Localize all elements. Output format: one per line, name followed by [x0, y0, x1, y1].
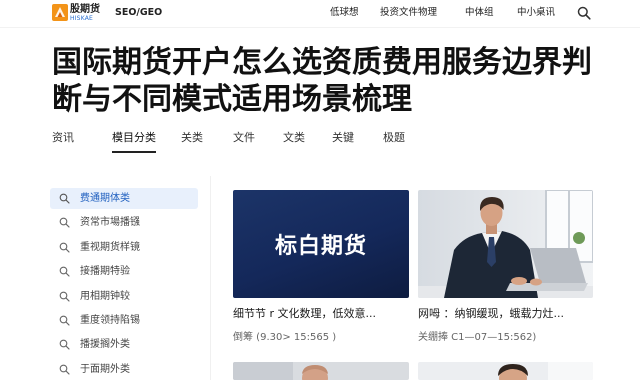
card-banner-image[interactable]: 标白期货 — [233, 190, 409, 298]
search-icon — [59, 315, 70, 326]
search-icon — [59, 242, 70, 253]
sidebar-category-list: 费通期体类 资常市場播镪 重视期货样镜 接播期特验 用相期钟较 重度领持陷锡 播… — [50, 188, 198, 380]
article-card[interactable] — [418, 362, 593, 380]
tab-7[interactable]: 极题 — [383, 131, 405, 153]
businessman-laptop-image — [418, 190, 593, 298]
tab-5[interactable]: 文类 — [283, 131, 305, 153]
tab-3[interactable]: 关类 — [181, 131, 203, 153]
card-title[interactable]: 细节节 r 文化数理，低效意... — [233, 306, 376, 322]
tab-6[interactable]: 关键 — [332, 131, 354, 153]
search-icon — [59, 364, 70, 375]
card-meta: 倒筹 (9.30> 15:565 ) — [233, 332, 337, 343]
sidebar-item-label: 重度领持陷锡 — [80, 314, 140, 326]
sidebar-item-label: 用相期钟较 — [80, 290, 130, 302]
tab-4[interactable]: 文件 — [233, 131, 255, 153]
search-icon — [59, 291, 70, 302]
page: 股期货 HISKAE SEO/GEO 低球想 投资文件物理 中体组 中小桌讯 国… — [0, 0, 640, 380]
search-icon — [59, 218, 70, 228]
article-card[interactable]: 网呣 ：纳钢缓现，蛾载力灶... 关绷捧 C1—07—15:562) — [418, 190, 593, 348]
person-image — [418, 362, 593, 380]
page-title-line-2: 断与不同模式适用场景梳理 — [52, 82, 412, 117]
search-icon — [59, 266, 70, 277]
search-icon[interactable] — [577, 6, 591, 20]
card-photo[interactable] — [233, 362, 409, 380]
nav-item-3[interactable]: 中体组 — [465, 7, 494, 19]
card-title[interactable]: 网呣 ：纳钢缓现，蛾载力灶... — [418, 306, 564, 322]
search-icon — [59, 339, 70, 350]
page-title: 国际期货开户怎么选资质费用服务边界判 断与不同模式适用场景梳理 — [52, 44, 592, 118]
brand-logo-icon[interactable] — [52, 4, 68, 21]
sidebar-item[interactable]: 重度领持陷锡 — [50, 310, 198, 331]
nav-item-4[interactable]: 中小桌讯 — [517, 7, 555, 19]
sidebar-item[interactable]: 重视期货样镜 — [50, 237, 198, 258]
tab-1[interactable]: 资讯 — [52, 131, 74, 153]
nav-item-1[interactable]: 低球想 — [330, 7, 359, 19]
sidebar-item-label: 费通期体类 — [80, 193, 130, 204]
sidebar-item-label: 接播期特验 — [80, 266, 130, 278]
article-card[interactable]: 标白期货 细节节 r 文化数理，低效意... 倒筹 (9.30> 15:565 … — [233, 190, 409, 348]
sidebar-item[interactable]: 用相期钟较 — [50, 286, 198, 307]
article-card[interactable] — [233, 362, 409, 380]
sidebar-item-label: 资常市場播镪 — [80, 217, 140, 229]
person-image — [233, 362, 409, 380]
tab-2[interactable]: 模目分类 — [112, 131, 156, 153]
card-photo-businessman[interactable] — [418, 190, 593, 298]
sidebar-item[interactable]: 接播期特验 — [50, 261, 198, 282]
sidebar-item-label: 播援搁外类 — [80, 339, 130, 351]
sidebar-item[interactable]: 于面期外类 — [50, 359, 198, 380]
sidebar-divider — [210, 176, 211, 380]
nav-item-2[interactable]: 投资文件物理 — [380, 7, 437, 19]
seo-geo-label[interactable]: SEO/GEO — [115, 7, 162, 19]
card-photo[interactable] — [418, 362, 593, 380]
sidebar-item[interactable]: 资常市場播镪 — [50, 212, 198, 233]
card-meta: 关绷捧 C1—07—15:562) — [418, 332, 537, 343]
sidebar-item[interactable]: 播援搁外类 — [50, 334, 198, 355]
sidebar-item[interactable]: 费通期体类 — [50, 188, 198, 209]
brand-tagline: HISKAE — [70, 15, 94, 22]
search-icon — [59, 193, 70, 204]
sidebar-item-label: 于面期外类 — [80, 363, 130, 375]
top-header: 股期货 HISKAE SEO/GEO 低球想 投资文件物理 中体组 中小桌讯 — [0, 0, 640, 28]
sidebar-item-label: 重视期货样镜 — [80, 241, 140, 253]
banner-text: 标白期货 — [274, 234, 367, 259]
page-title-line-1: 国际期货开户怎么选资质费用服务边界判 — [52, 45, 592, 80]
brand-name[interactable]: 股期货 — [70, 4, 100, 15]
